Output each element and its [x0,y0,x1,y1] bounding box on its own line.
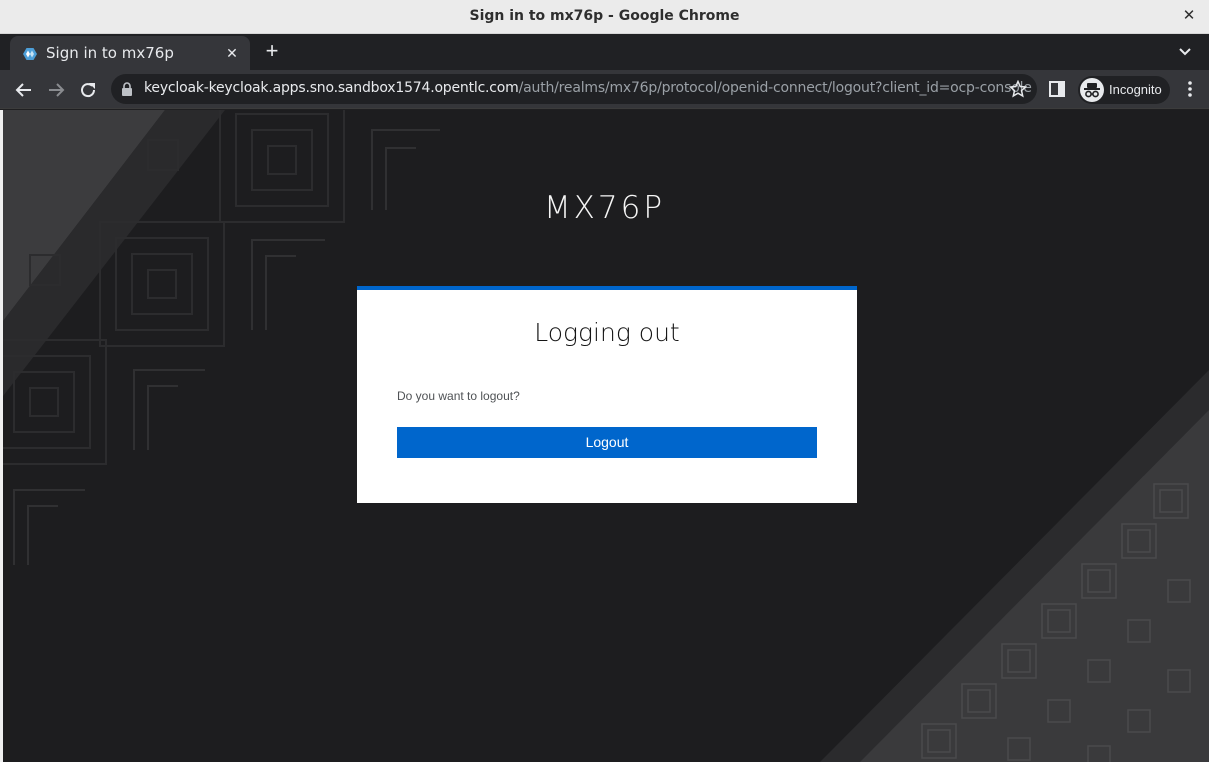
forward-icon[interactable] [44,78,68,102]
chevron-down-icon[interactable] [1175,42,1195,62]
incognito-icon [1080,78,1104,102]
window-close-button[interactable]: ✕ [1177,5,1201,29]
incognito-label: Incognito [1109,82,1162,97]
address-bar[interactable]: keycloak-keycloak.apps.sno.sandbox1574.o… [111,74,1037,104]
tab-close-icon[interactable]: ✕ [222,43,242,63]
new-tab-button[interactable]: + [260,40,284,64]
kebab-menu-icon[interactable] [1180,79,1200,99]
logout-card: Logging out Do you want to logout? Logou… [357,286,857,503]
realm-title: MX76P [543,190,666,226]
reload-icon[interactable] [76,78,100,102]
page-content: MX76P Logging out Do you want to logout?… [0,110,1209,762]
keycloak-icon [23,48,37,60]
url-host: keycloak-keycloak.apps.sno.sandbox1574.o… [144,80,519,96]
lock-icon [122,82,132,96]
tab-title: Sign in to mx76p [46,44,174,62]
bookmark-star-icon[interactable] [1009,80,1027,98]
tab-active[interactable]: Sign in to mx76p ✕ [10,36,250,70]
tab-strip: Sign in to mx76p ✕ + [0,34,1209,70]
window-title: Sign in to mx76p - Google Chrome [469,8,740,24]
card-heading: Logging out [534,318,680,347]
browser-toolbar: keycloak-keycloak.apps.sno.sandbox1574.o… [0,70,1209,109]
side-panel-icon[interactable] [1048,80,1066,98]
window-titlebar: Sign in to mx76p - Google Chrome ✕ [0,0,1209,34]
logout-question: Do you want to logout? [397,389,520,403]
logout-button[interactable]: Logout [397,427,817,458]
url-path: /auth/realms/mx76p/protocol/openid-conne… [518,80,1032,96]
url-text: keycloak-keycloak.apps.sno.sandbox1574.o… [144,80,1032,96]
back-icon[interactable] [12,78,36,102]
incognito-indicator[interactable]: Incognito [1078,76,1170,104]
